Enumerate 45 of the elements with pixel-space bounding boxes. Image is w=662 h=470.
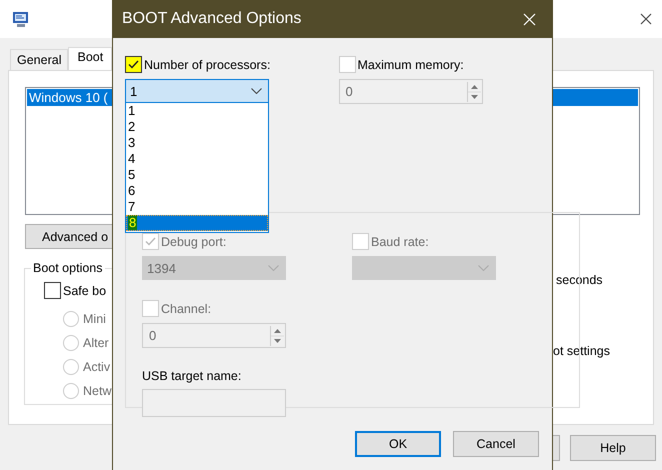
checkbox[interactable]: [44, 282, 61, 299]
group-label: Boot options: [32, 261, 104, 275]
radio-button[interactable]: [63, 335, 79, 351]
checkmark-icon: [128, 60, 139, 69]
dropdown-option[interactable]: 3: [126, 135, 268, 151]
checkbox-label: Debug port:: [161, 234, 226, 248]
dialog-button[interactable]: OK: [355, 431, 441, 457]
dropdown-option[interactable]: 7: [126, 199, 268, 215]
checkbox-label: ot settings: [553, 344, 610, 358]
radio-button[interactable]: [63, 383, 79, 399]
radio-button[interactable]: [63, 311, 79, 327]
radio-label: Netw: [83, 384, 112, 398]
help-button[interactable]: Help: [570, 435, 656, 461]
field-label: USB target name:: [142, 369, 242, 383]
spinner-buttons-icon[interactable]: [270, 326, 284, 346]
radio-label: Activ: [83, 360, 110, 374]
dropdown-option[interactable]: 5: [126, 167, 268, 183]
tab[interactable]: Boot: [68, 47, 112, 70]
close-icon[interactable]: [640, 13, 652, 25]
dropdown-option[interactable]: 6: [126, 183, 268, 199]
radio-label: Mini: [83, 312, 106, 326]
checkmark-icon: [145, 237, 156, 246]
dialog-button[interactable]: Cancel: [453, 431, 539, 457]
dropdown-option[interactable]: 1: [126, 103, 268, 119]
checkbox-label: Safe bo: [63, 284, 106, 298]
dropdown[interactable]: [352, 256, 496, 280]
tab[interactable]: General: [10, 49, 68, 70]
dropdown[interactable]: 1: [125, 79, 269, 103]
radio-label: Alter: [83, 336, 109, 350]
computer-icon: [12, 10, 30, 28]
window-title: BOOT Advanced Options: [122, 10, 302, 28]
timeout-unit: seconds: [556, 273, 604, 287]
checkbox-label: Number of processors:: [144, 58, 270, 72]
checkbox-label: Baud rate:: [371, 234, 429, 248]
chevron-down-icon: [251, 88, 262, 94]
dropdown-option[interactable]: 2: [126, 119, 268, 135]
checkbox[interactable]: [125, 56, 142, 73]
dropdown-option[interactable]: 4: [126, 151, 268, 167]
checkbox-label: Maximum memory:: [358, 58, 464, 72]
input-field[interactable]: [142, 389, 286, 417]
chevron-down-icon: [268, 265, 279, 271]
checkbox-label: Channel:: [161, 302, 212, 316]
dropdown-option[interactable]: 8: [126, 215, 268, 231]
radio-button[interactable]: [63, 359, 79, 375]
chevron-down-icon: [478, 265, 489, 271]
